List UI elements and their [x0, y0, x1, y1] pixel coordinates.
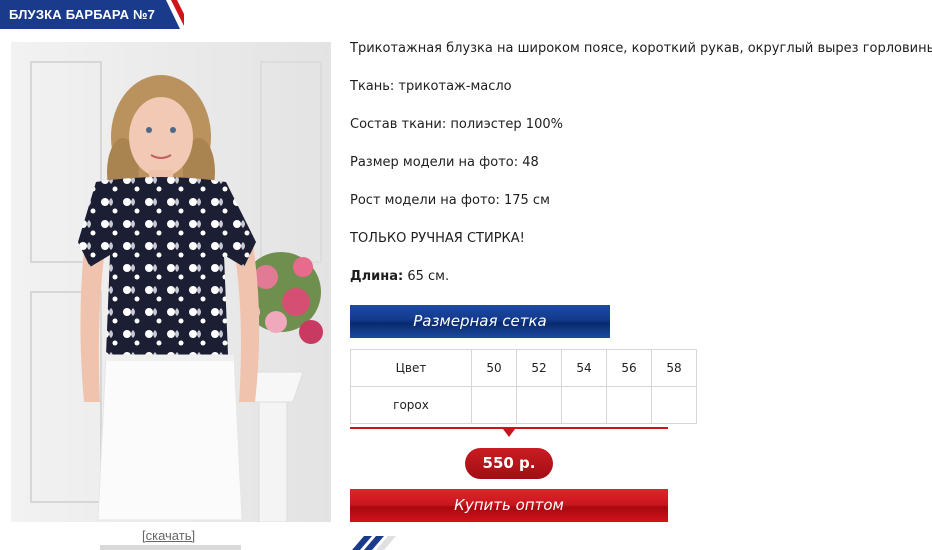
- length-value: 65 см.: [407, 269, 450, 284]
- product-title-tab: БЛУЗКА БАРБАРА №7: [0, 0, 184, 30]
- desc-summary: Трикотажная блузка на широком поясе, кор…: [350, 41, 932, 56]
- table-header-cell: 50: [471, 349, 517, 387]
- desc-wash-note: ТОЛЬКО РУЧНАЯ СТИРКА!: [350, 231, 525, 246]
- download-link[interactable]: [скачать]: [142, 528, 195, 543]
- quantity-cell[interactable]: [651, 386, 697, 424]
- size-table: Цвет 50 52 54 56 58 горох: [350, 349, 697, 424]
- table-header-cell: 56: [606, 349, 652, 387]
- quantity-cell[interactable]: [516, 386, 562, 424]
- desc-composition: Состав ткани: полиэстер 100%: [350, 117, 563, 132]
- desc-length: Длина: 65 см.: [350, 269, 449, 284]
- table-row: горох: [350, 386, 697, 424]
- model-illustration: [11, 42, 331, 522]
- size-chart-button[interactable]: Размерная сетка: [350, 305, 610, 338]
- divider-arrow-icon: [503, 429, 515, 437]
- desc-fabric: Ткань: трикотаж-масло: [350, 79, 512, 94]
- buy-wholesale-button[interactable]: Купить оптом: [350, 489, 668, 522]
- desc-model-height: Рост модели на фото: 175 см: [350, 193, 550, 208]
- product-photo[interactable]: [11, 42, 331, 522]
- quantity-cell[interactable]: [561, 386, 607, 424]
- table-header-row: Цвет 50 52 54 56 58: [350, 349, 697, 387]
- table-header-cell: 54: [561, 349, 607, 387]
- quantity-cell[interactable]: [606, 386, 652, 424]
- thumbnail-preview[interactable]: [100, 545, 241, 550]
- table-header-cell: Цвет: [350, 349, 472, 387]
- table-header-cell: 52: [516, 349, 562, 387]
- length-label: Длина:: [350, 269, 404, 284]
- product-title: БЛУЗКА БАРБАРА №7: [9, 7, 156, 22]
- table-header-cell: 58: [651, 349, 697, 387]
- desc-model-size: Размер модели на фото: 48: [350, 155, 539, 170]
- quantity-cell[interactable]: [471, 386, 517, 424]
- brand-stripes-icon: [352, 536, 396, 550]
- price-badge: 550 р.: [465, 448, 553, 479]
- color-name-cell: горох: [350, 386, 472, 424]
